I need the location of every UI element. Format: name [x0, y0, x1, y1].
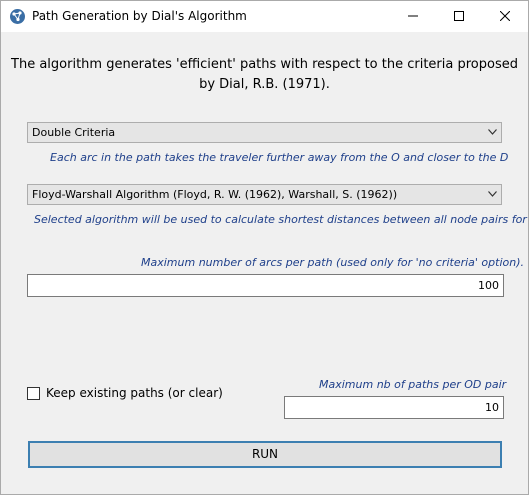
maximize-icon	[454, 11, 464, 21]
max-paths-input[interactable]: 10	[284, 396, 504, 419]
max-arcs-label: Maximum number of arcs per path (used on…	[141, 256, 525, 269]
dialog-window: Path Generation by Dial's Algorithm The …	[0, 0, 529, 495]
title-bar[interactable]: Path Generation by Dial's Algorithm	[1, 1, 528, 32]
keep-paths-checkbox[interactable]	[27, 387, 40, 400]
maximize-button[interactable]	[436, 1, 482, 32]
close-button[interactable]	[482, 1, 528, 32]
criteria-selected-value: Double Criteria	[32, 126, 116, 139]
max-paths-label: Maximum nb of paths per OD pair	[319, 378, 507, 391]
max-arcs-value: 100	[478, 279, 499, 292]
network-icon	[10, 9, 25, 24]
chevron-down-icon	[488, 129, 497, 135]
close-icon	[499, 10, 511, 22]
minimize-button[interactable]	[390, 1, 436, 32]
max-paths-value: 10	[485, 401, 499, 414]
minimize-icon	[408, 15, 418, 17]
criteria-hint: Each arc in the path takes the traveler …	[50, 151, 509, 164]
algorithm-selected-value: Floyd-Warshall Algorithm (Floyd, R. W. (…	[32, 188, 398, 201]
run-button[interactable]: RUN	[28, 441, 502, 468]
window-title: Path Generation by Dial's Algorithm	[32, 9, 247, 23]
algorithm-hint: Selected algorithm will be used to calcu…	[34, 213, 527, 226]
chevron-down-icon	[488, 191, 497, 197]
criteria-dropdown[interactable]: Double Criteria	[27, 122, 502, 143]
description-text: The algorithm generates 'efficient' path…	[11, 57, 518, 92]
keep-paths-label[interactable]: Keep existing paths (or clear)	[46, 386, 223, 400]
max-arcs-input[interactable]: 100	[27, 274, 504, 297]
algorithm-dropdown[interactable]: Floyd-Warshall Algorithm (Floyd, R. W. (…	[27, 184, 502, 205]
